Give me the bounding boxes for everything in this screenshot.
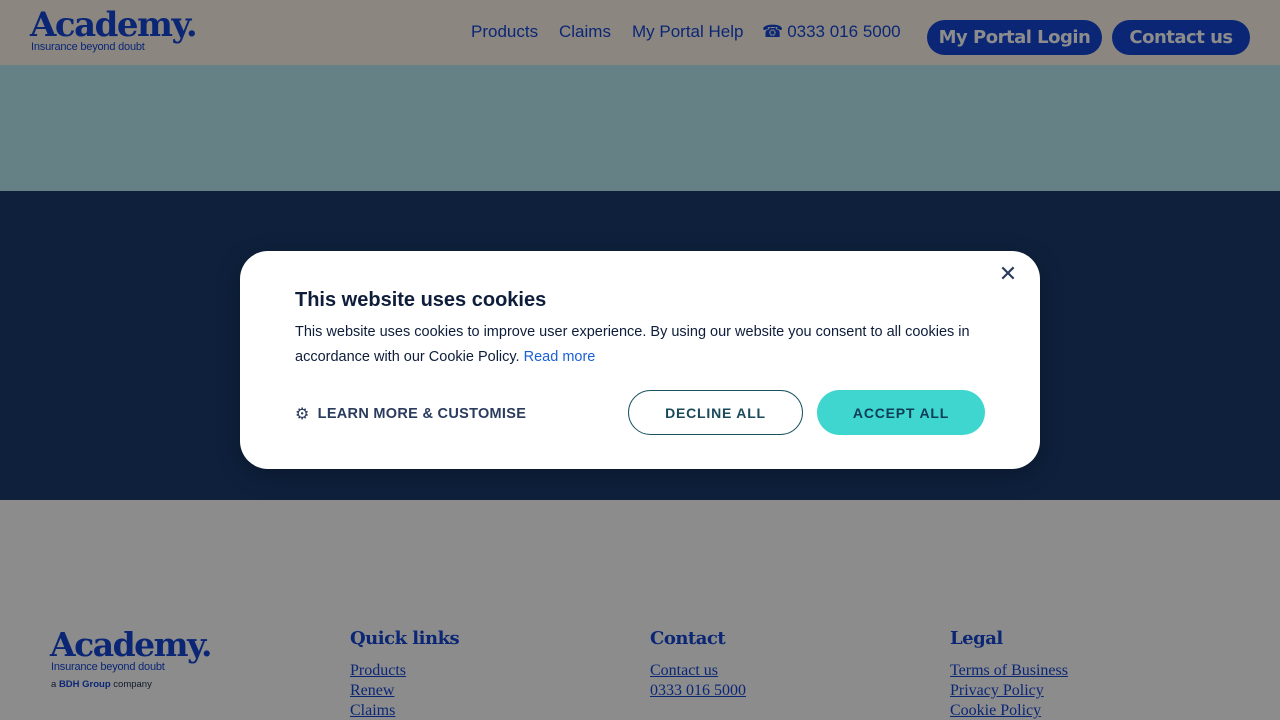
decline-all-button[interactable]: DECLINE ALL bbox=[628, 390, 803, 435]
cookie-dialog-title: This website uses cookies bbox=[295, 289, 547, 311]
learn-more-label: LEARN MORE & CUSTOMISE bbox=[317, 405, 527, 422]
close-icon[interactable]: ✕ bbox=[997, 264, 1019, 286]
learn-more-customise-button[interactable]: ⚙ LEARN MORE & CUSTOMISE bbox=[295, 404, 526, 423]
gear-icon: ⚙ bbox=[295, 404, 310, 423]
cookie-consent-dialog: ✕ This website uses cookies This website… bbox=[240, 251, 1040, 469]
read-more-link[interactable]: Read more bbox=[524, 349, 596, 365]
cookie-dialog-text: This website uses cookies to improve use… bbox=[295, 320, 995, 370]
accept-all-button[interactable]: ACCEPT ALL bbox=[817, 390, 985, 435]
cookie-dialog-body: This website uses cookies to improve use… bbox=[295, 324, 970, 365]
